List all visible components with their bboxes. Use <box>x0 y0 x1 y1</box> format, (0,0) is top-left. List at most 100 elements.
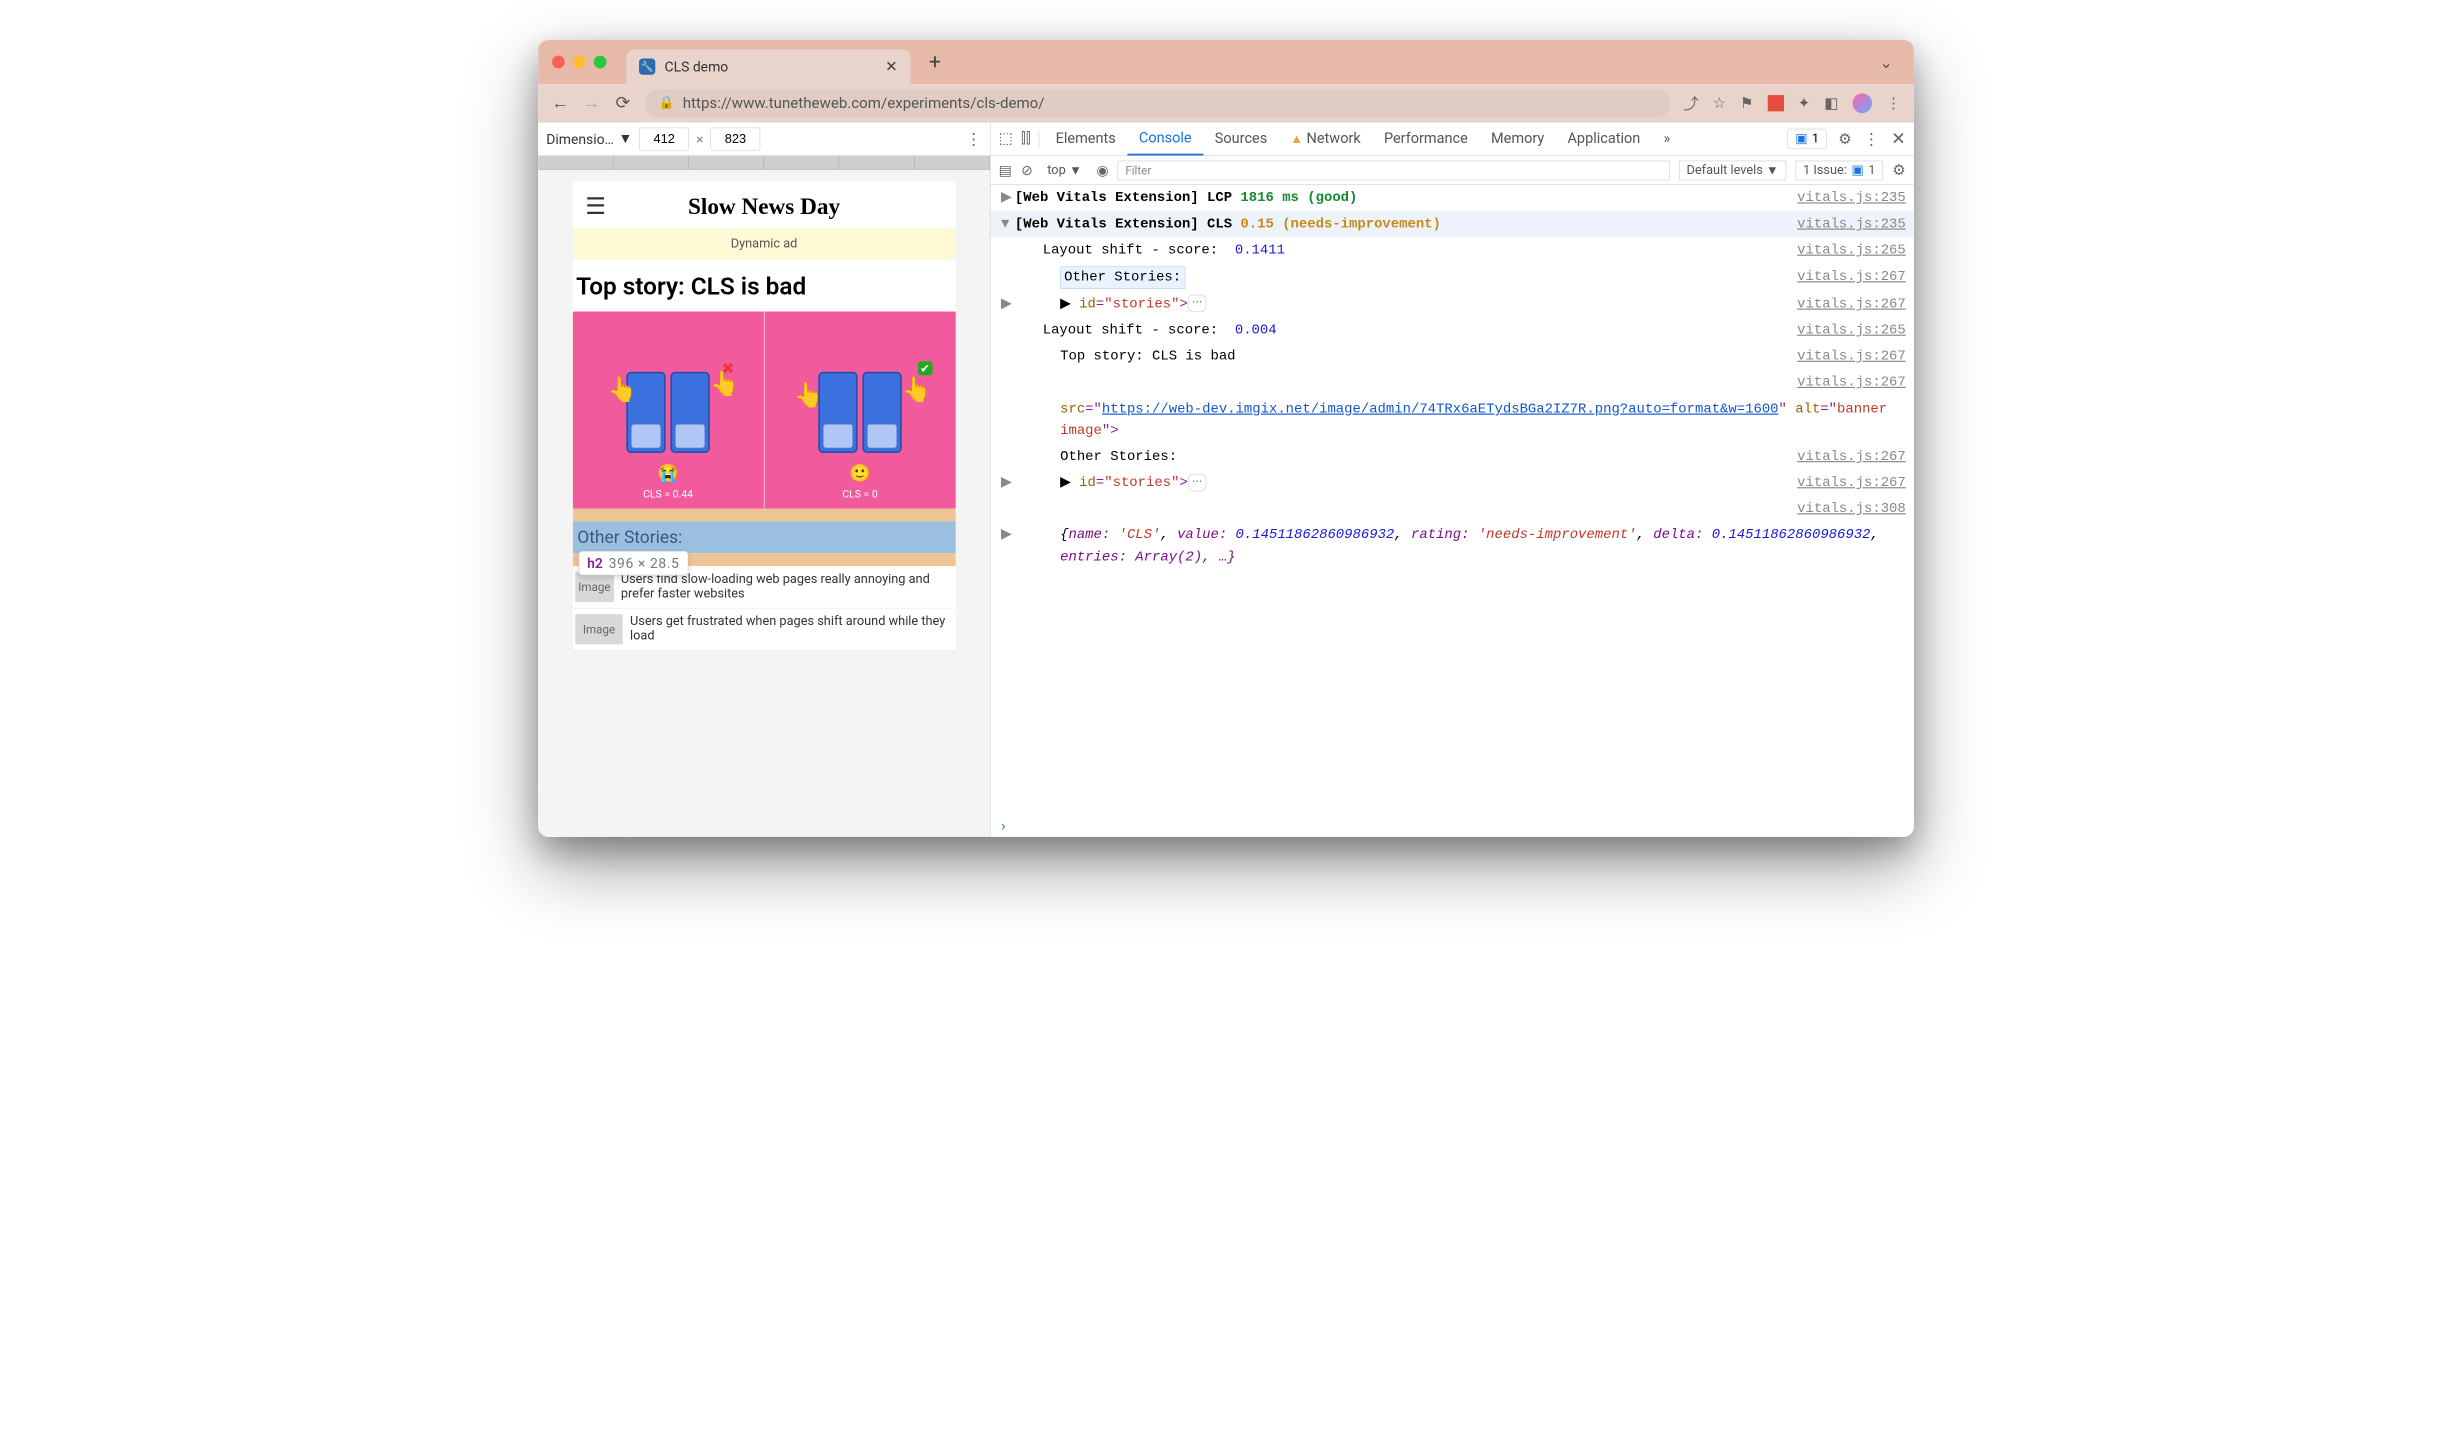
share-icon[interactable]: ⤴ <box>1684 92 1699 113</box>
console-log-row[interactable]: Top story: CLS is badvitals.js:267 <box>991 343 1914 369</box>
forward-button[interactable]: → <box>582 93 601 113</box>
dimensions-dropdown[interactable]: Dimensio… ▼ <box>546 130 632 147</box>
disclosure-arrow-icon[interactable] <box>1001 372 1015 394</box>
settings-gear-icon[interactable]: ⚙ <box>1838 130 1852 147</box>
console-filter-input[interactable]: Filter <box>1118 160 1670 180</box>
console-log-row[interactable]: Layout shift - score: 0.004vitals.js:265 <box>991 317 1914 343</box>
console-log-row[interactable]: vitals.js:308 <box>991 496 1914 522</box>
console-log-row[interactable]: Other Stories:vitals.js:267 <box>991 264 1914 291</box>
source-link[interactable]: vitals.js:267 <box>1797 266 1906 289</box>
maximize-window-button[interactable] <box>594 56 607 69</box>
console-log-row[interactable]: ▼[Web Vitals Extension] CLS 0.15 (needs-… <box>991 211 1914 237</box>
hand-pointer-icon: 👆 <box>794 381 824 409</box>
reload-button[interactable]: ⟳ <box>614 93 633 113</box>
source-link[interactable]: vitals.js:308 <box>1797 498 1906 520</box>
disclosure-arrow-icon[interactable] <box>1001 498 1015 520</box>
height-input[interactable] <box>710 127 760 150</box>
console-log-row[interactable]: ▶[Web Vitals Extension] LCP 1816 ms (goo… <box>991 185 1914 211</box>
source-link[interactable]: vitals.js:267 <box>1797 293 1906 315</box>
clear-console-icon[interactable]: ⊘ <box>1021 162 1033 178</box>
browser-menu-icon[interactable]: ⋮ <box>1886 94 1901 111</box>
smile-emoji-icon: 🙂 <box>849 463 871 483</box>
crying-emoji-icon: 😭 <box>657 463 679 483</box>
cls-right-label: CLS = 0 <box>842 488 877 500</box>
console-output: ▶[Web Vitals Extension] LCP 1816 ms (goo… <box>991 185 1914 815</box>
more-tabs-button[interactable]: » <box>1652 122 1682 155</box>
console-log-row[interactable]: ▶▶ id="stories">⋯vitals.js:267 <box>991 470 1914 496</box>
tab-list-chevron-icon[interactable]: ⌄ <box>1879 52 1893 71</box>
width-input[interactable] <box>639 127 689 150</box>
inspect-element-icon[interactable]: ⬚ <box>999 130 1013 148</box>
new-tab-button[interactable]: + <box>929 50 941 74</box>
disclosure-arrow-icon[interactable] <box>1001 398 1015 441</box>
extension-red-icon[interactable] <box>1768 95 1784 111</box>
source-link[interactable]: vitals.js:267 <box>1797 372 1906 394</box>
disclosure-arrow-icon[interactable]: ▼ <box>1001 214 1015 236</box>
story-row[interactable]: ImageUsers get frustrated when pages shi… <box>573 608 956 650</box>
console-log-row[interactable]: Layout shift - score: 0.1411 vitals.js:26… <box>991 237 1914 263</box>
devtools-tab-console[interactable]: Console <box>1127 122 1203 155</box>
minimize-window-button[interactable] <box>573 56 586 69</box>
flag-icon[interactable]: ⚑ <box>1740 94 1754 111</box>
console-settings-gear-icon[interactable]: ⚙ <box>1892 162 1906 179</box>
disclosure-arrow-icon[interactable]: ▶ <box>1001 525 1015 568</box>
disclosure-arrow-icon[interactable]: ▶ <box>1001 293 1015 315</box>
log-message: Layout shift - score: 0.1411 <box>1015 240 1786 262</box>
extensions-puzzle-icon[interactable]: ✦ <box>1798 94 1811 111</box>
disclosure-arrow-icon[interactable]: ▶ <box>1001 472 1015 494</box>
console-log-row[interactable]: src="https://web-dev.imgix.net/image/adm… <box>991 396 1914 444</box>
story-thumbnail: Image <box>575 614 623 644</box>
source-link[interactable]: vitals.js:265 <box>1797 320 1906 342</box>
tab-close-button[interactable]: ✕ <box>885 58 898 75</box>
disclosure-arrow-icon[interactable] <box>1001 240 1015 262</box>
address-bar[interactable]: 🔒 https://www.tunetheweb.com/experiments… <box>645 89 1671 117</box>
device-toolbar: Dimensio… ▼ × ⋮ <box>538 122 990 156</box>
devtools-tab-elements[interactable]: Elements <box>1044 122 1127 155</box>
story-text: Users find slow-loading web pages really… <box>621 572 953 602</box>
source-link[interactable]: vitals.js:267 <box>1797 472 1906 494</box>
tab-label: Performance <box>1384 130 1468 147</box>
console-log-row[interactable]: ▶▶ id="stories">⋯vitals.js:267 <box>991 291 1914 317</box>
console-sidebar-toggle-icon[interactable]: ▤ <box>999 162 1012 178</box>
back-button[interactable]: ← <box>551 93 570 113</box>
profile-avatar[interactable] <box>1852 93 1872 113</box>
devtools-tab-network[interactable]: ▲Network <box>1279 122 1373 155</box>
hamburger-menu-icon[interactable]: ☰ <box>585 192 606 219</box>
tab-label: Memory <box>1491 130 1544 147</box>
console-log-row[interactable]: Other Stories:vitals.js:267 <box>991 444 1914 470</box>
source-link[interactable]: vitals.js:267 <box>1797 446 1906 468</box>
device-menu-icon[interactable]: ⋮ <box>966 129 982 148</box>
source-link[interactable]: vitals.js:265 <box>1797 240 1906 262</box>
disclosure-arrow-icon[interactable] <box>1001 446 1015 468</box>
disclosure-arrow-icon[interactable]: ▶ <box>1001 187 1015 209</box>
device-toggle-icon[interactable]: ⫿⫿ <box>1021 130 1031 148</box>
devtools-tab-application[interactable]: Application <box>1556 122 1652 155</box>
log-message: [Web Vitals Extension] CLS 0.15 (needs-i… <box>1015 214 1786 236</box>
viewport-ruler <box>538 156 990 170</box>
close-window-button[interactable] <box>552 56 565 69</box>
bookmark-star-icon[interactable]: ☆ <box>1713 94 1727 111</box>
devtools-menu-icon[interactable]: ⋮ <box>1863 129 1879 148</box>
tab-label: Elements <box>1056 130 1116 147</box>
log-levels-dropdown[interactable]: Default levels ▼ <box>1679 160 1786 180</box>
source-link[interactable]: vitals.js:235 <box>1797 214 1906 236</box>
disclosure-arrow-icon[interactable] <box>1001 266 1015 289</box>
source-link[interactable]: vitals.js:235 <box>1797 187 1906 209</box>
devtools-tab-sources[interactable]: Sources <box>1203 122 1279 155</box>
issues-chat-badge[interactable]: ▣ 1 <box>1788 129 1827 149</box>
devtools-tab-memory[interactable]: Memory <box>1479 122 1555 155</box>
cls-banner-illustration: 👆 👆 ✖ 😭 CLS = 0.44 👆 👆 ✔ 🙂 CLS = 0 <box>573 311 956 508</box>
disclosure-arrow-icon[interactable] <box>1001 320 1015 342</box>
browser-tab[interactable]: 🔧 CLS demo ✕ <box>626 49 910 84</box>
console-prompt[interactable]: › <box>991 815 1914 837</box>
side-panel-icon[interactable]: ◧ <box>1824 94 1838 111</box>
console-log-row[interactable]: vitals.js:267 <box>991 370 1914 396</box>
live-expression-eye-icon[interactable]: ◉ <box>1096 162 1108 178</box>
console-log-row[interactable]: ▶{name: 'CLS', value: 0.1451186286098693… <box>991 522 1914 570</box>
context-scope-dropdown[interactable]: top ▼ <box>1042 160 1087 181</box>
source-link[interactable]: vitals.js:267 <box>1797 346 1906 368</box>
devtools-tab-performance[interactable]: Performance <box>1372 122 1479 155</box>
devtools-close-button[interactable]: ✕ <box>1891 129 1906 149</box>
issues-button[interactable]: 1 Issue: ▣ 1 <box>1795 160 1882 180</box>
disclosure-arrow-icon[interactable] <box>1001 346 1015 368</box>
